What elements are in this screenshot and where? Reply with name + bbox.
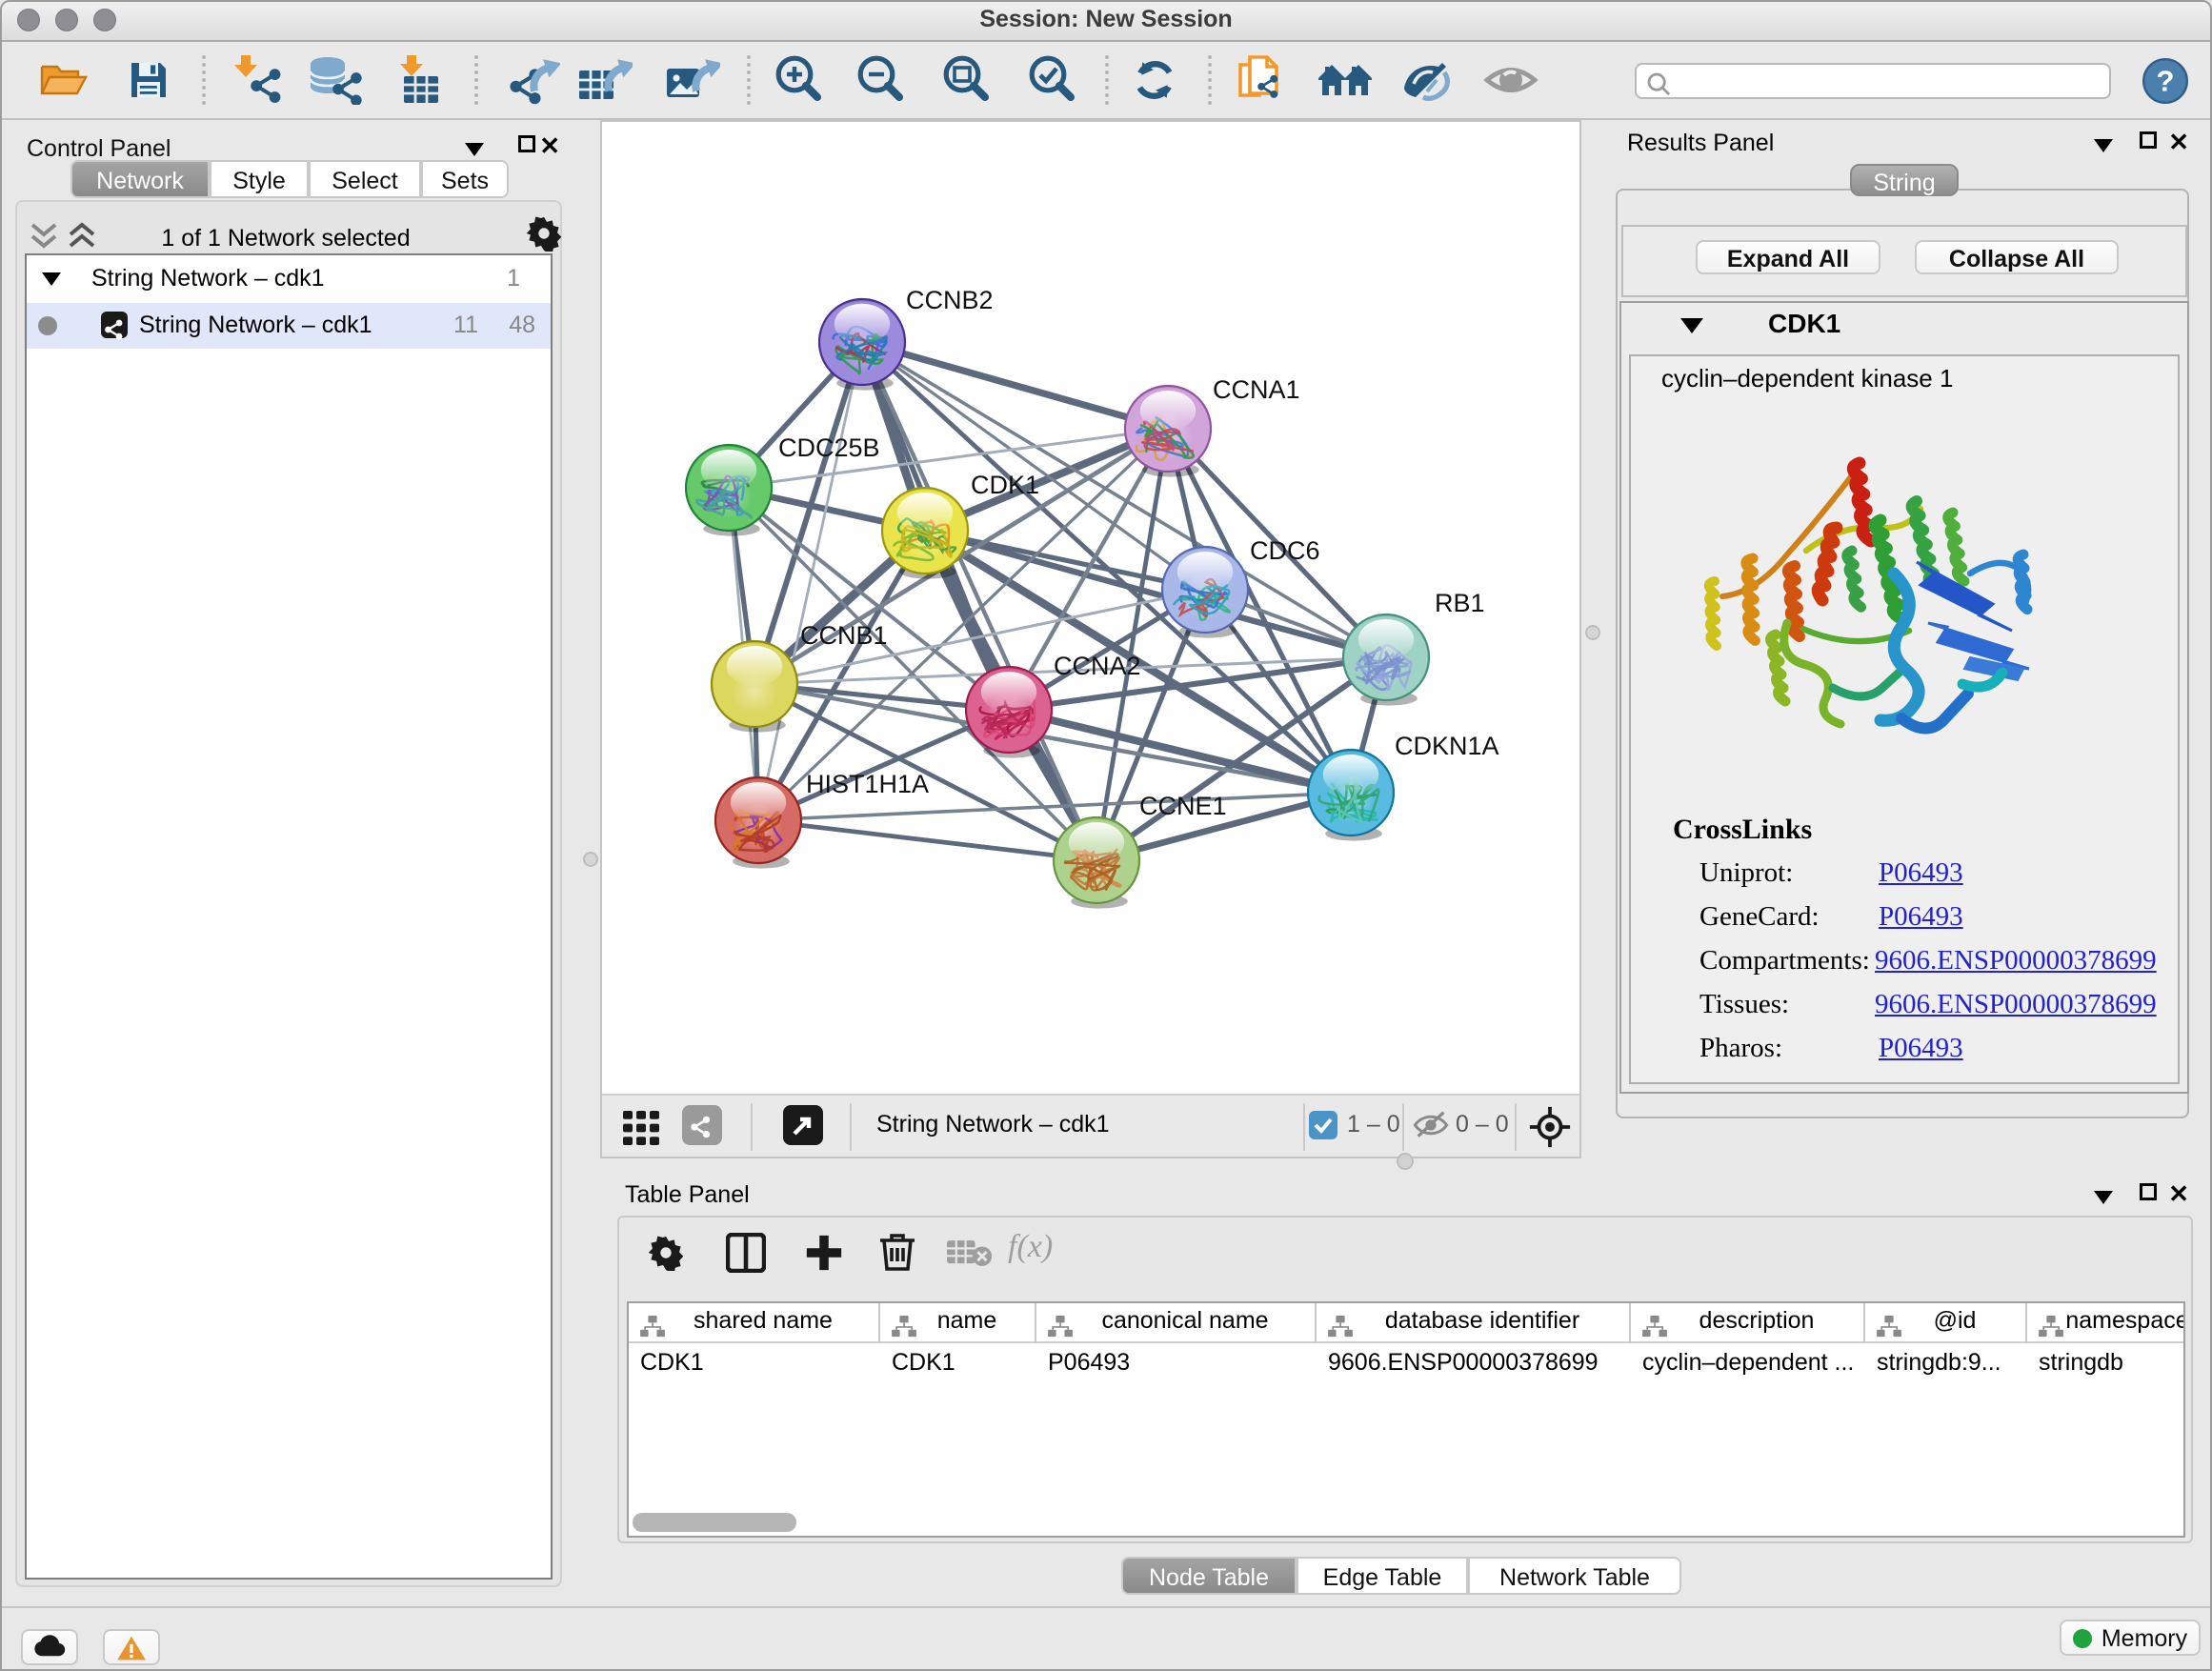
svg-text:CCNB1: CCNB1 [800, 621, 888, 650]
svg-text:CCNA1: CCNA1 [1213, 375, 1300, 404]
svg-text:CDKN1A: CDKN1A [1395, 732, 1499, 760]
svg-text:CCNA2: CCNA2 [1054, 652, 1141, 680]
svg-text:CDC6: CDC6 [1250, 536, 1320, 565]
svg-text:CCNE1: CCNE1 [1139, 792, 1227, 820]
svg-text:CDK1: CDK1 [971, 471, 1039, 499]
svg-text:CCNB2: CCNB2 [906, 286, 994, 314]
svg-text:?: ? [2157, 65, 2175, 98]
svg-text:HIST1H1A: HIST1H1A [806, 770, 929, 798]
svg-text:RB1: RB1 [1435, 589, 1485, 617]
svg-text:CDC25B: CDC25B [778, 433, 880, 462]
